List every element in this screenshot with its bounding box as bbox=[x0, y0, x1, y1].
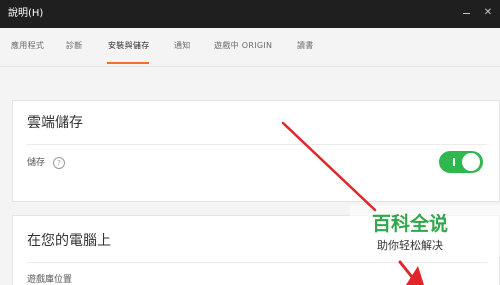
title-bar: 說明(H) ✕ bbox=[0, 0, 500, 28]
watermark-brand: 百科全说 bbox=[372, 212, 448, 235]
tab-applications[interactable]: 應用程式 bbox=[11, 41, 44, 51]
watermark-logo: 百科全说 助你轻松解决 bbox=[372, 212, 448, 252]
tab-notifications[interactable]: 通知 bbox=[174, 41, 191, 51]
local-storage-title: 在您的電腦上 bbox=[27, 233, 111, 249]
tab-install-and-storage[interactable]: 安裝與儲存 bbox=[108, 41, 150, 51]
active-tab-indicator bbox=[107, 62, 149, 64]
cloud-storage-toggle[interactable] bbox=[439, 151, 483, 173]
section-divider bbox=[27, 144, 487, 145]
game-library-location-label: 遊戲庫位置 bbox=[27, 275, 73, 285]
watermark: 百科全说 助你轻松解决 bbox=[350, 205, 500, 257]
toggle-knob bbox=[462, 153, 480, 171]
tab-reading[interactable]: 讀書 bbox=[297, 41, 314, 51]
toggle-on-indicator bbox=[453, 158, 455, 166]
tab-origin-in-game[interactable]: 遊戲中 ORIGIN bbox=[214, 41, 272, 51]
tab-diagnostics[interactable]: 診斷 bbox=[66, 41, 83, 51]
section-divider bbox=[27, 262, 487, 263]
close-icon[interactable]: ✕ bbox=[482, 7, 494, 19]
cloud-storage-card: 雲端儲存 儲存 ? bbox=[12, 100, 500, 202]
help-icon[interactable]: ? bbox=[53, 157, 65, 169]
storage-label: 儲存 bbox=[27, 158, 46, 168]
minimize-button[interactable] bbox=[461, 7, 473, 19]
watermark-slogan: 助你轻松解决 bbox=[377, 238, 443, 252]
settings-tab-bar: 應用程式 診斷 安裝與儲存 通知 遊戲中 ORIGIN 讀書 bbox=[0, 28, 500, 67]
help-menu[interactable]: 說明(H) bbox=[8, 7, 43, 21]
cloud-storage-title: 雲端儲存 bbox=[27, 115, 83, 131]
minimize-icon bbox=[463, 13, 470, 14]
settings-window: 說明(H) ✕ 應用程式 診斷 安裝與儲存 通知 遊戲中 ORIGIN 讀書 雲… bbox=[0, 0, 500, 285]
